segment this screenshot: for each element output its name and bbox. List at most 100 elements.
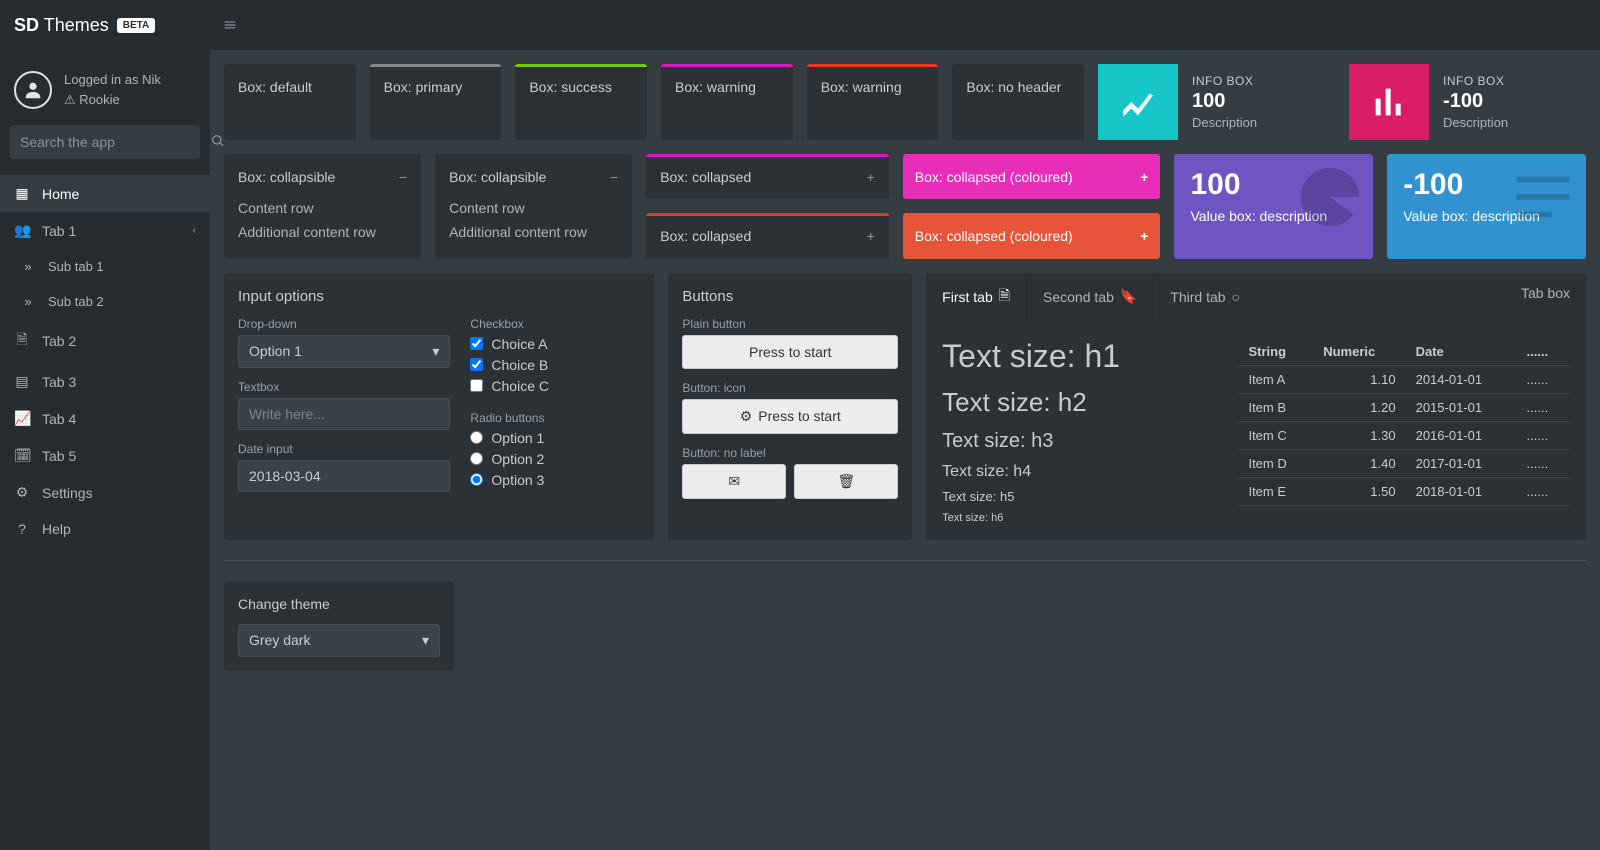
nav: ▦Home 👥Tab 1‹ »Sub tab 1 »Sub tab 2 🗎Tab… — [0, 175, 210, 547]
top-bar: SD Themes BETA — [0, 0, 1600, 50]
radio-3[interactable] — [470, 473, 483, 486]
plus-icon[interactable]: + — [867, 169, 875, 185]
checkbox-group-label: Checkbox — [470, 317, 640, 331]
table-row: Item E1.502018-01-01...... — [1238, 477, 1570, 505]
nav-settings[interactable]: ⚙Settings — [0, 474, 210, 511]
box-collapsed-coloured-2: Box: collapsed (coloured) + — [903, 213, 1161, 258]
col-date: Date — [1406, 338, 1517, 366]
textbox-input[interactable] — [238, 398, 450, 430]
brand-bold: SD — [14, 15, 39, 35]
nav-tab2[interactable]: 🗎Tab 2 — [0, 319, 210, 363]
dropdown[interactable]: Option 1▾ — [238, 335, 450, 368]
trash-button[interactable]: 🗑 — [794, 464, 898, 499]
tab-third[interactable]: Third tab○ — [1154, 273, 1256, 321]
plus-icon[interactable]: + — [867, 228, 875, 244]
icon-button-label: Button: icon — [682, 381, 898, 395]
nav-sub1[interactable]: »Sub tab 1 — [0, 249, 210, 284]
angle-icon: » — [20, 294, 36, 309]
box-warning: Box: warning — [661, 64, 793, 140]
box-collapsed-1: Box: collapsed+ — [646, 154, 889, 199]
box-default: Box: default — [224, 64, 356, 140]
box-title: Box: collapsed (coloured) — [915, 169, 1073, 185]
search-box[interactable] — [10, 125, 200, 159]
nav-tab3[interactable]: ▤Tab 3 — [0, 363, 210, 400]
chevron-left-icon: ‹ — [193, 225, 196, 236]
plain-button[interactable]: Press to start — [682, 335, 898, 369]
content-row: Additional content row — [238, 221, 407, 245]
nolabel-button-label: Button: no label — [682, 446, 898, 460]
circle-icon: ○ — [1232, 289, 1240, 305]
plain-button-label: Plain button — [682, 317, 898, 331]
user-panel: Logged in as Nik ⚠ Rookie — [0, 62, 210, 125]
user-info: Logged in as Nik ⚠ Rookie — [64, 70, 161, 109]
nav-home[interactable]: ▦Home — [0, 175, 210, 212]
infobox-teal: INFO BOX 100 Description — [1098, 64, 1335, 140]
heading-h2: Text size: h2 — [942, 387, 1218, 418]
box-title: Box: success — [515, 67, 647, 107]
infobox-pink: INFO BOX -100 Description — [1349, 64, 1586, 140]
text-sizes: Text size: h1 Text size: h2 Text size: h… — [942, 338, 1218, 524]
file-icon: 🗎 — [999, 285, 1010, 309]
box-title: Box: warning — [661, 67, 793, 107]
nav-help[interactable]: ?Help — [0, 511, 210, 547]
tab-first[interactable]: First tab🗎 — [926, 273, 1027, 321]
col-numeric: Numeric — [1313, 338, 1405, 366]
brand-logo: SD Themes BETA — [0, 0, 210, 50]
box-body-text: Box: no header — [952, 67, 1084, 107]
tab-second[interactable]: Second tab🔖 — [1027, 273, 1154, 321]
checkbox-c[interactable] — [470, 379, 483, 392]
sidebar-toggle[interactable] — [210, 0, 250, 50]
infobox-desc: Description — [1443, 115, 1508, 130]
brand-rest: Themes — [44, 15, 109, 35]
content-row: Additional content row — [449, 221, 618, 245]
col-string: String — [1238, 338, 1313, 366]
box-no-header: Box: no header — [952, 64, 1084, 140]
nav-tab4[interactable]: 📈Tab 4 — [0, 400, 210, 437]
box-change-theme: Change theme Grey dark▾ — [224, 581, 454, 671]
box-danger: Box: warning — [807, 64, 939, 140]
box-title: Box: collapsed (coloured) — [915, 228, 1073, 244]
tab-box-title: Tab box — [1505, 273, 1586, 321]
box-title: Box: default — [224, 67, 356, 107]
calendar-icon: 🗓 — [14, 447, 30, 464]
heading-h6: Text size: h6 — [942, 512, 1218, 524]
minus-icon[interactable]: − — [610, 169, 618, 185]
heading-h5: Text size: h5 — [942, 489, 1218, 504]
heading-h1: Text size: h1 — [942, 338, 1218, 375]
nav-tab5[interactable]: 🗓Tab 5 — [0, 437, 210, 474]
theme-label: Change theme — [224, 584, 454, 624]
valuebox-blue: -100 Value box: description — [1387, 154, 1586, 259]
bookmark-icon: 🔖 — [1120, 288, 1137, 305]
radio-group-label: Radio buttons — [470, 411, 640, 425]
minus-icon[interactable]: − — [399, 169, 407, 185]
search-input[interactable] — [10, 134, 211, 150]
radio-label: Option 3 — [491, 472, 544, 488]
box-collapsible-2: Box: collapsible− Content row Additional… — [435, 154, 632, 259]
tab-header: First tab🗎 Second tab🔖 Third tab○ Tab bo… — [926, 273, 1586, 322]
icon-button[interactable]: ⚙Press to start — [682, 399, 898, 434]
date-input[interactable] — [238, 460, 450, 492]
avatar — [14, 71, 52, 109]
box-title: Box: primary — [370, 67, 502, 107]
radio-1[interactable] — [470, 431, 483, 444]
infobox-value: -100 — [1443, 90, 1508, 113]
envelope-button[interactable]: ✉ — [682, 464, 786, 499]
content-row: Content row — [238, 197, 407, 221]
nav-sub2[interactable]: »Sub tab 2 — [0, 284, 210, 319]
trash-icon: 🗑 — [837, 473, 855, 490]
gear-icon: ⚙ — [740, 408, 753, 425]
plus-icon[interactable]: + — [1140, 169, 1148, 185]
table-row: Item C1.302016-01-01...... — [1238, 421, 1570, 449]
box-title: Box: collapsed — [660, 228, 751, 244]
heading-h4: Text size: h4 — [942, 463, 1218, 481]
checkbox-label: Choice B — [491, 357, 548, 373]
textbox-label: Textbox — [238, 380, 450, 394]
checkbox-b[interactable] — [470, 358, 483, 371]
radio-2[interactable] — [470, 452, 483, 465]
box-primary: Box: primary — [370, 64, 502, 140]
theme-dropdown[interactable]: Grey dark▾ — [238, 624, 440, 657]
plus-icon[interactable]: + — [1140, 228, 1148, 244]
col-extra: ...... — [1517, 338, 1570, 366]
nav-tab1[interactable]: 👥Tab 1‹ — [0, 212, 210, 249]
checkbox-a[interactable] — [470, 337, 483, 350]
